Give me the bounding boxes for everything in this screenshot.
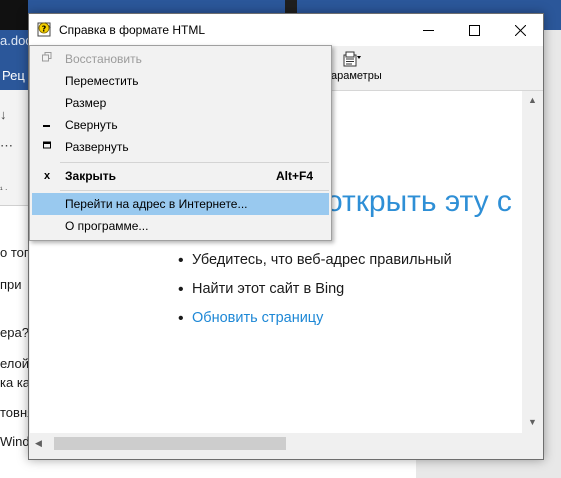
maximize-icon: [468, 24, 480, 36]
doc-line: елой: [0, 356, 30, 371]
doc-line: при: [0, 277, 22, 292]
arrow-down-icon[interactable]: ↓: [0, 107, 7, 122]
restore-icon: [40, 52, 54, 66]
menu-item-label: О программе...: [65, 219, 149, 233]
menu-item-label: Восстановить: [65, 52, 142, 66]
menu-separator: [60, 162, 329, 163]
word-toolbar: ↓ ⋯ ¹ ·: [0, 90, 30, 206]
minimize-icon: [40, 118, 54, 132]
suggestion-list: Убедитесь, что веб-адрес правильный Найт…: [178, 246, 452, 333]
close-icon: x: [43, 170, 51, 182]
doc-line: о тог: [0, 245, 29, 260]
menu-item-label: Перейти на адрес в Интернете...: [65, 197, 248, 211]
close-shortcut: Alt+F4: [275, 169, 313, 183]
refresh-page-link[interactable]: Обновить страницу: [178, 304, 452, 333]
doc-line: ера?: [0, 325, 29, 340]
menu-item-label: Размер: [65, 96, 107, 110]
close-button[interactable]: [497, 14, 543, 46]
scroll-left-icon[interactable]: ◀: [35, 438, 42, 449]
error-heading: открыть эту с: [326, 185, 512, 218]
list-item: Найти этот сайт в Bing: [178, 275, 452, 304]
window-title: Справка в формате HTML: [59, 23, 206, 37]
ribbon-tab-review[interactable]: Рец: [2, 68, 25, 83]
menu-item-size[interactable]: Размер: [32, 92, 329, 114]
border-icon[interactable]: ⋯: [0, 138, 13, 154]
scroll-down-icon[interactable]: ▼: [528, 417, 537, 427]
menu-item-close[interactable]: x Закрыть Alt+F4: [32, 165, 329, 187]
menu-item-maximize[interactable]: Развернуть: [32, 136, 329, 158]
help-titlebar[interactable]: ? Справка в формате HTML: [29, 14, 543, 46]
menu-item-minimize[interactable]: Свернуть: [32, 114, 329, 136]
menu-item-label: Свернуть: [65, 118, 118, 132]
menu-item-move[interactable]: Переместить: [32, 70, 329, 92]
menu-item-restore[interactable]: Восстановить: [32, 48, 329, 70]
word-status-strip: [416, 458, 561, 478]
menu-item-jump-to-url[interactable]: Перейти на адрес в Интернете...: [32, 193, 329, 215]
ruler-icon: ¹ ·: [0, 185, 8, 194]
horizontal-scrollbar[interactable]: ◀: [30, 434, 522, 454]
horizontal-scroll-thumb[interactable]: [54, 437, 286, 450]
close-icon: [514, 24, 526, 36]
system-menu: Восстановить Переместить Размер Свернуть…: [29, 45, 332, 241]
menu-item-label: Развернуть: [65, 140, 129, 154]
word-side-panel: [542, 30, 561, 478]
doc-line: ка ка: [0, 375, 31, 390]
list-item: Убедитесь, что веб-адрес правильный: [178, 246, 452, 275]
menu-item-label: Закрыть: [65, 169, 117, 183]
svg-text:?: ?: [42, 25, 47, 34]
maximize-button[interactable]: [451, 14, 497, 46]
options-icon[interactable]: [341, 50, 363, 68]
help-document-icon[interactable]: ?: [37, 21, 53, 37]
menu-item-about[interactable]: О программе...: [32, 215, 329, 237]
desktop-strip: [0, 0, 28, 30]
menu-separator: [60, 190, 329, 191]
scroll-up-icon[interactable]: ▲: [528, 95, 537, 105]
maximize-icon: [40, 140, 54, 154]
vertical-scrollbar[interactable]: ▲ ▼: [522, 91, 541, 433]
options-button-label[interactable]: араметры: [331, 70, 382, 82]
minimize-button[interactable]: [405, 14, 451, 46]
menu-item-label: Переместить: [65, 74, 139, 88]
minimize-icon: [422, 29, 434, 31]
